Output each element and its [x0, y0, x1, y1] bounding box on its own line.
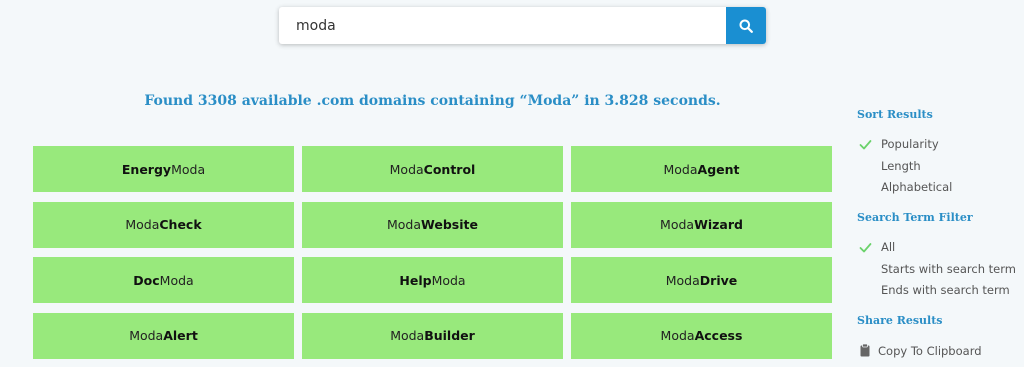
search-term-filter-heading: Search Term Filter: [857, 211, 973, 224]
search-icon: [739, 19, 753, 33]
domain-bold-part: Drive: [699, 272, 738, 288]
filter-option-ends-with[interactable]: Ends with search term: [881, 283, 1010, 297]
clipboard-icon: [860, 344, 870, 357]
domain-bold-part: Check: [159, 217, 202, 232]
domain-result[interactable]: Doc Moda: [33, 257, 294, 303]
domain-result[interactable]: Moda Wizard: [571, 201, 832, 248]
domain-plain-part: Moda: [663, 161, 698, 177]
domain-bold-part: Energy: [121, 161, 172, 177]
filter-option-starts-with[interactable]: Starts with search term: [881, 262, 1016, 276]
filter-option-all[interactable]: All: [881, 240, 895, 254]
domain-plain-part: Moda: [387, 217, 422, 232]
domain-bold-part: Control: [423, 161, 476, 177]
domain-result[interactable]: Moda Builder: [302, 312, 563, 359]
sort-option-popularity[interactable]: Popularity: [881, 137, 939, 151]
copy-to-clipboard-link[interactable]: Copy To Clipboard: [878, 344, 982, 358]
domain-bold-part: Builder: [424, 328, 475, 343]
domain-bold-part: Doc: [133, 272, 160, 288]
domain-plain-part: Moda: [171, 161, 206, 177]
result-summary: Found 3308 available .com domains contai…: [144, 93, 721, 109]
domain-plain-part: Moda: [129, 328, 164, 343]
sort-results-heading: Sort Results: [857, 108, 933, 121]
domain-plain-part: Moda: [159, 272, 194, 288]
domain-plain-part: Moda: [389, 161, 424, 177]
domain-plain-part: Moda: [390, 328, 425, 343]
domain-plain-part: Moda: [660, 217, 695, 232]
domain-plain-part: Moda: [125, 217, 160, 232]
search-button[interactable]: [726, 7, 766, 44]
sort-option-alphabetical[interactable]: Alphabetical: [881, 180, 952, 194]
search-bar: [279, 7, 766, 44]
domain-result[interactable]: Moda Drive: [571, 257, 832, 303]
domain-bold-part: Wizard: [694, 217, 743, 232]
domain-bold-part: Alert: [163, 328, 198, 343]
check-icon: [859, 140, 872, 150]
domain-result[interactable]: Moda Control: [302, 146, 563, 192]
domain-plain-part: Moda: [431, 272, 466, 288]
domain-bold-part: Help: [399, 272, 432, 288]
results-grid: Energy Moda Moda Control Moda Agent Moda Che…: [33, 146, 832, 359]
domain-result[interactable]: Help Moda: [302, 257, 563, 303]
domain-result[interactable]: Energy Moda: [33, 146, 294, 192]
domain-result[interactable]: Moda Access: [571, 312, 832, 359]
share-results-heading: Share Results: [857, 314, 943, 327]
domain-plain-part: Moda: [660, 328, 695, 343]
domain-result[interactable]: Moda Website: [302, 201, 563, 248]
domain-bold-part: Agent: [697, 161, 740, 177]
domain-result[interactable]: Moda Check: [33, 201, 294, 248]
domain-result[interactable]: Moda Agent: [571, 146, 832, 192]
domain-result[interactable]: Moda Alert: [33, 312, 294, 359]
sort-option-length[interactable]: Length: [881, 159, 921, 173]
search-input[interactable]: [279, 7, 726, 44]
check-icon: [859, 243, 872, 253]
domain-bold-part: Access: [694, 328, 743, 343]
domain-plain-part: Moda: [665, 272, 700, 288]
domain-bold-part: Website: [421, 217, 478, 232]
